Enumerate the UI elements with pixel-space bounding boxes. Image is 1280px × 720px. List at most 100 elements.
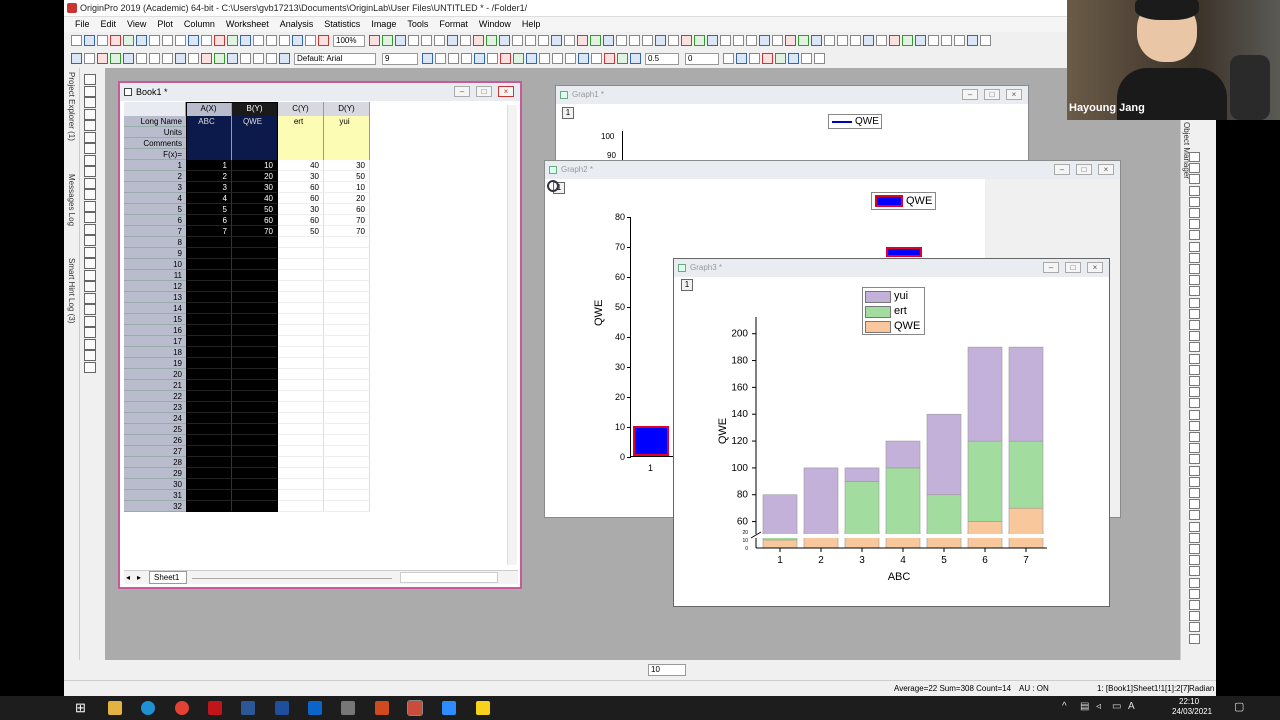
toolbar-button-icon[interactable] xyxy=(775,53,786,64)
notification-icon[interactable]: ▢ xyxy=(1234,700,1244,713)
object-tool-icon[interactable] xyxy=(1189,476,1200,487)
table-cell[interactable]: 40 xyxy=(278,160,324,171)
stacked-bar-segment[interactable] xyxy=(1008,346,1044,442)
table-cell[interactable]: 30 xyxy=(278,204,324,215)
object-tool-icon[interactable] xyxy=(1189,275,1200,286)
table-cell[interactable] xyxy=(324,237,370,248)
row-number[interactable]: 23 xyxy=(124,402,186,413)
toolbar-button-icon[interactable] xyxy=(733,35,744,46)
row-number[interactable]: 9 xyxy=(124,248,186,259)
toolbar-button-icon[interactable] xyxy=(824,35,835,46)
toolbar-button-icon[interactable] xyxy=(564,35,575,46)
label-cell[interactable] xyxy=(186,138,232,149)
table-cell[interactable]: 6 xyxy=(186,215,232,226)
label-cell[interactable] xyxy=(232,149,278,160)
toolbar-button-icon[interactable] xyxy=(97,35,108,46)
toolbar-button-icon[interactable] xyxy=(188,53,199,64)
toolbar-button-icon[interactable] xyxy=(292,35,303,46)
bottom-size-combo[interactable]: 10 xyxy=(648,664,686,676)
toolbar-button-icon[interactable] xyxy=(279,35,290,46)
font-size-combo[interactable]: 9 xyxy=(382,53,418,65)
row-number[interactable]: 32 xyxy=(124,501,186,512)
table-cell[interactable] xyxy=(232,358,278,369)
label-cell[interactable] xyxy=(278,138,324,149)
table-cell[interactable] xyxy=(232,237,278,248)
tool-icon[interactable] xyxy=(84,292,96,304)
sheet-nav-next-icon[interactable]: ▸ xyxy=(137,573,141,582)
object-tool-icon[interactable] xyxy=(1189,264,1200,274)
sheet-nav-first-icon[interactable]: ◂ xyxy=(126,573,130,582)
label-cell[interactable]: ABC xyxy=(186,116,232,127)
toolbar-button-icon[interactable] xyxy=(603,35,614,46)
chrome-icon[interactable] xyxy=(175,701,189,715)
table-cell[interactable] xyxy=(186,468,232,479)
maximize-button[interactable]: □ xyxy=(1076,164,1092,175)
toolbar-button-icon[interactable] xyxy=(604,53,615,64)
stacked-bar-segment[interactable] xyxy=(885,440,921,469)
toolbar-button-icon[interactable] xyxy=(850,35,861,46)
layer-indicator[interactable]: 1 xyxy=(562,107,574,119)
column-header[interactable]: B(Y) xyxy=(232,102,278,116)
object-tool-icon[interactable] xyxy=(1189,230,1200,241)
table-cell[interactable] xyxy=(278,402,324,413)
menu-worksheet[interactable]: Worksheet xyxy=(226,17,269,32)
zoom-combo[interactable]: 100% xyxy=(333,35,365,47)
object-tool-icon[interactable] xyxy=(1189,185,1200,196)
line-width-combo[interactable]: 0.5 xyxy=(645,53,679,65)
column-header[interactable]: C(Y) xyxy=(278,102,324,116)
table-cell[interactable]: 70 xyxy=(232,226,278,237)
object-tool-icon[interactable] xyxy=(1189,376,1200,386)
object-tool-icon[interactable] xyxy=(1189,532,1200,543)
toolbar-button-icon[interactable] xyxy=(941,35,952,46)
stacked-bar-segment[interactable] xyxy=(967,346,1003,442)
worksheet-grid[interactable]: A(X) B(Y) C(Y) D(Y) Long Name ABC QWE ert yui Uni… xyxy=(124,102,496,517)
table-cell[interactable] xyxy=(278,281,324,292)
tool-icon[interactable] xyxy=(84,108,96,120)
tool-icon[interactable] xyxy=(84,154,96,166)
tool-icon[interactable] xyxy=(84,246,96,258)
row-number[interactable]: 8 xyxy=(124,237,186,248)
angle-combo[interactable]: 0 xyxy=(685,53,719,65)
object-tool-icon[interactable] xyxy=(1189,331,1200,342)
table-cell[interactable] xyxy=(186,457,232,468)
row-number[interactable]: 24 xyxy=(124,413,186,424)
toolbar-button-icon[interactable] xyxy=(811,35,822,46)
row-number[interactable]: 19 xyxy=(124,358,186,369)
object-tool-icon[interactable] xyxy=(1189,308,1200,319)
row-number[interactable]: 21 xyxy=(124,380,186,391)
table-cell[interactable] xyxy=(324,248,370,259)
row-number[interactable]: 20 xyxy=(124,369,186,380)
column-header[interactable]: D(Y) xyxy=(324,102,370,116)
toolbar-button-icon[interactable] xyxy=(422,53,433,64)
table-cell[interactable]: 7 xyxy=(186,226,232,237)
outlook-icon[interactable] xyxy=(308,701,322,715)
table-cell[interactable] xyxy=(232,402,278,413)
toolbar-button-icon[interactable] xyxy=(266,53,277,64)
table-cell[interactable] xyxy=(278,303,324,314)
object-tool-icon[interactable] xyxy=(1189,152,1200,162)
menu-column[interactable]: Column xyxy=(184,17,215,32)
toolbar-button-icon[interactable] xyxy=(84,35,95,46)
sheet-tab[interactable]: Sheet1 xyxy=(149,571,187,584)
object-tool-icon[interactable] xyxy=(1189,286,1200,297)
stacked-bar-segment[interactable] xyxy=(1008,440,1044,509)
toolbar-button-icon[interactable] xyxy=(305,35,316,46)
table-cell[interactable] xyxy=(278,380,324,391)
tool-icon[interactable] xyxy=(84,304,96,315)
table-cell[interactable] xyxy=(278,479,324,490)
toolbar-button-icon[interactable] xyxy=(434,35,445,46)
menu-view[interactable]: View xyxy=(127,17,146,32)
toolbar-button-icon[interactable] xyxy=(915,35,926,46)
table-cell[interactable] xyxy=(324,490,370,501)
table-cell[interactable] xyxy=(232,248,278,259)
acrobat-icon[interactable] xyxy=(208,701,222,715)
table-cell[interactable] xyxy=(232,325,278,336)
label-cell[interactable] xyxy=(324,138,370,149)
toolbar-button-icon[interactable] xyxy=(694,35,705,46)
label-cell[interactable] xyxy=(278,127,324,138)
row-number[interactable]: 14 xyxy=(124,303,186,314)
table-cell[interactable] xyxy=(324,270,370,281)
toolbar-button-icon[interactable] xyxy=(785,35,796,46)
tool-icon[interactable] xyxy=(84,143,96,154)
smart-hint-log-tab[interactable]: Smart Hint Log (3) xyxy=(67,258,76,323)
